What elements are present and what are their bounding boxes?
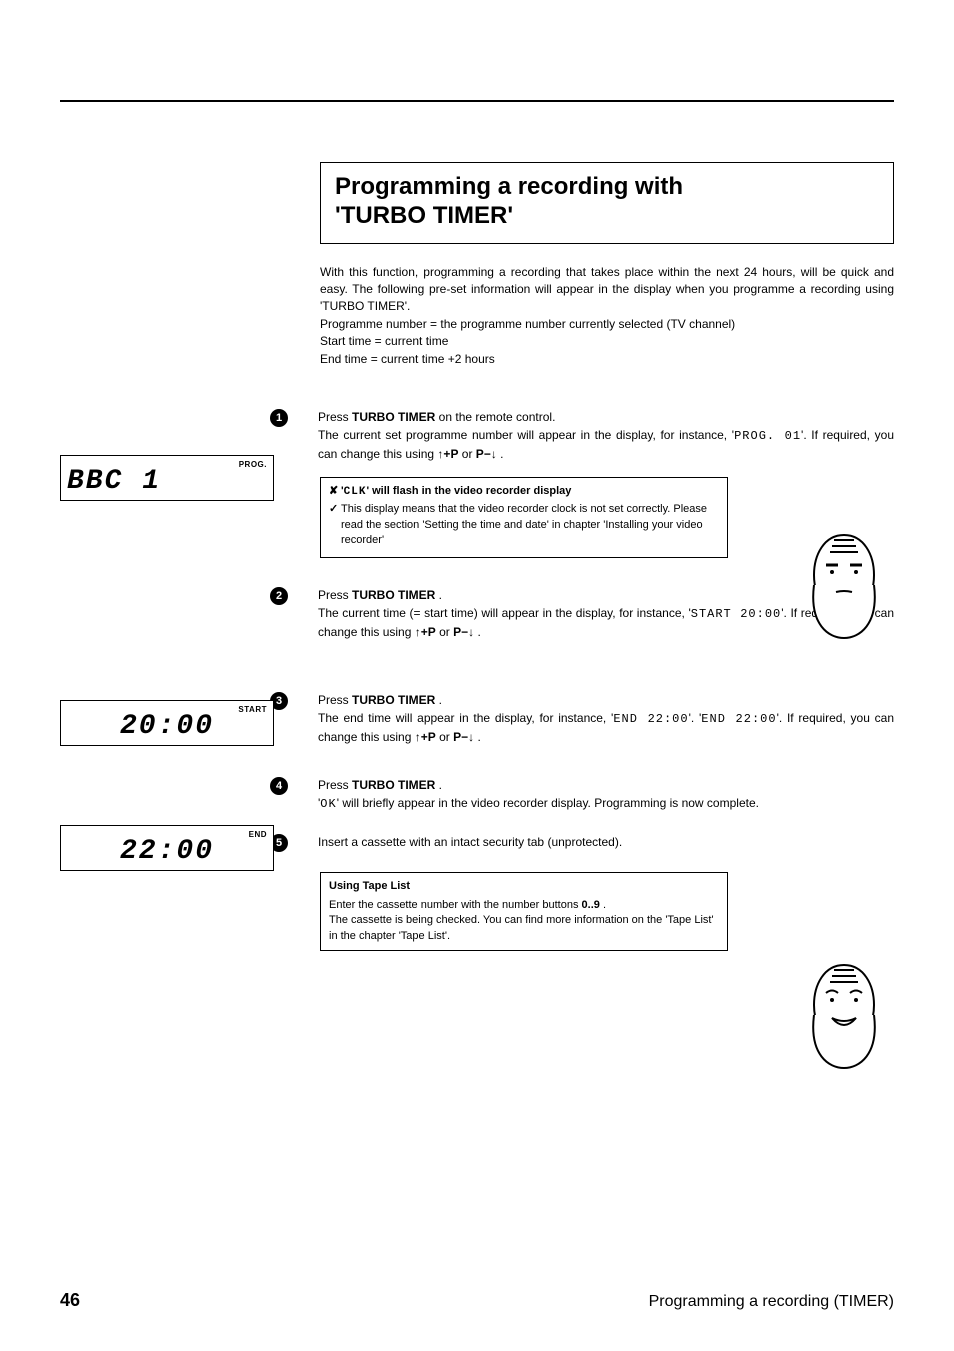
display-end: END 22:00 bbox=[60, 825, 274, 871]
title-line-2: 'TURBO TIMER' bbox=[335, 202, 513, 229]
step-3: 3 Press TURBO TIMER . The end time will … bbox=[320, 691, 894, 746]
display-start-value: 20:00 bbox=[120, 711, 214, 742]
footer-title: Programming a recording (TIMER) bbox=[649, 1293, 894, 1311]
step-1-text: Press TURBO TIMER on the remote control.… bbox=[318, 408, 894, 463]
step-number-2: 2 bbox=[270, 587, 288, 605]
tape-list-body: The cassette is being checked. You can f… bbox=[329, 914, 714, 941]
page-number: 46 bbox=[60, 1290, 80, 1311]
step-number-4: 4 bbox=[270, 777, 288, 795]
step-5: 5 Insert a cassette with an intact secur… bbox=[320, 833, 894, 852]
step-4: 4 Press TURBO TIMER . 'OK' will briefly … bbox=[320, 776, 894, 813]
step-3-text: Press TURBO TIMER . The end time will ap… bbox=[318, 691, 894, 746]
tape-list-title: Using Tape List bbox=[329, 879, 719, 894]
step-1: 1 Press TURBO TIMER on the remote contro… bbox=[320, 408, 894, 463]
display-end-value: 22:00 bbox=[120, 836, 214, 867]
check-mark-icon: ✓ bbox=[329, 502, 341, 517]
step-4-text: Press TURBO TIMER . 'OK' will briefly ap… bbox=[318, 776, 894, 813]
face-smiling-icon bbox=[804, 960, 884, 1070]
step-number-1: 1 bbox=[270, 409, 288, 427]
display-start: START 20:00 bbox=[60, 700, 274, 746]
intro-p2: Programme number = the programme number … bbox=[320, 316, 894, 333]
intro-text: With this function, programming a record… bbox=[320, 264, 894, 368]
display-prog-value: BBC 1 bbox=[67, 469, 267, 494]
clk-note-title: 'CLK' will flash in the video recorder d… bbox=[341, 484, 571, 500]
intro-p1: With this function, programming a record… bbox=[320, 264, 894, 316]
section-title-box: Programming a recording with 'TURBO TIME… bbox=[320, 162, 894, 244]
plus-icon bbox=[421, 625, 428, 639]
intro-p3: Start time = current time bbox=[320, 333, 894, 350]
minus-icon bbox=[484, 447, 491, 461]
title-line-1: Programming a recording with bbox=[335, 173, 683, 200]
clk-note-box: ✘ 'CLK' will flash in the video recorder… bbox=[320, 477, 728, 558]
section-title: Programming a recording with 'TURBO TIME… bbox=[335, 173, 879, 231]
face-neutral-icon bbox=[804, 530, 884, 640]
tape-list-box: Using Tape List Enter the cassette numbe… bbox=[320, 872, 728, 952]
display-prog: PROG. BBC 1 bbox=[60, 455, 274, 501]
clk-note-body: This display means that the video record… bbox=[341, 502, 719, 548]
x-mark-icon: ✘ bbox=[329, 484, 341, 499]
top-rule bbox=[60, 100, 894, 102]
intro-p4: End time = current time +2 hours bbox=[320, 351, 894, 368]
page-footer: 46 Programming a recording (TIMER) bbox=[60, 1290, 894, 1311]
plus-icon bbox=[421, 730, 428, 744]
step-5-text: Insert a cassette with an intact securit… bbox=[318, 833, 894, 851]
